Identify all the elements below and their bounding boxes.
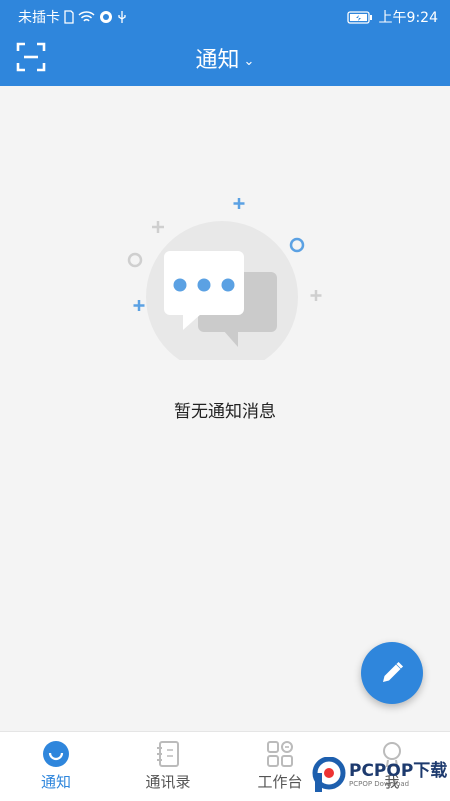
pcpop-logo-icon: [312, 757, 346, 792]
tab-contacts[interactable]: 通讯录: [112, 732, 224, 801]
tab-contacts-label: 通讯录: [145, 773, 191, 791]
top-bar: 未插卡 上午9:24 通知 ⌄: [0, 0, 450, 86]
usb-icon: [118, 11, 126, 23]
notify-icon: [43, 741, 69, 767]
app-bar: 通知 ⌄: [0, 32, 450, 86]
carrier-text: 未插卡: [18, 10, 60, 26]
tab-notify[interactable]: 通知: [0, 732, 112, 801]
pencil-icon: [383, 661, 404, 682]
empty-message: 暂无通知消息: [174, 402, 276, 422]
chevron-down-icon: ⌄: [243, 53, 255, 69]
contacts-icon: [157, 741, 179, 767]
empty-state-illustration: [127, 198, 322, 360]
watermark-subtext: PCPOP Download: [349, 779, 410, 788]
clock-text: 上午9:24: [378, 10, 438, 26]
status-bar: 未插卡 上午9:24: [0, 0, 450, 32]
status-left: 未插卡: [18, 7, 127, 27]
workbench-icon: [267, 741, 293, 767]
watermark: PCPOP下载 PCPOP Download: [312, 757, 447, 793]
status-right: 上午9:24: [346, 7, 438, 27]
page-title[interactable]: 通知 ⌄: [0, 42, 450, 74]
compose-button[interactable]: [361, 642, 423, 704]
sim-icon: [64, 10, 74, 24]
battery-icon: [346, 10, 372, 24]
tab-notify-label: 通知: [40, 773, 71, 791]
page-title-text: 通知: [195, 48, 240, 73]
notification-app-icon: [100, 11, 112, 23]
watermark-text: PCPOP下载: [349, 760, 448, 781]
wifi-icon: [78, 10, 95, 22]
